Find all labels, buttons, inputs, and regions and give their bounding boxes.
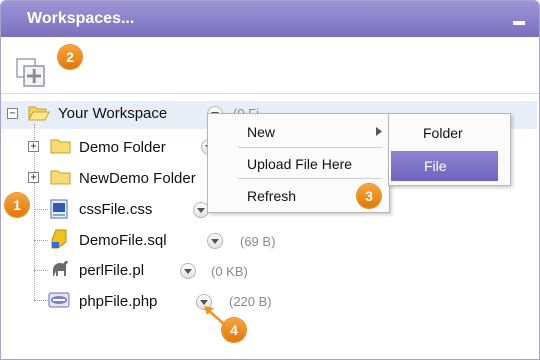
file-size: (0 KB) xyxy=(211,264,248,279)
tree-line xyxy=(34,209,48,210)
submenu-item-folder-label: Folder xyxy=(423,125,463,141)
folder-label[interactable]: Demo Folder xyxy=(79,139,166,156)
submenu-item-file[interactable]: File xyxy=(391,151,498,181)
folder-label[interactable]: NewDemo Folder xyxy=(79,170,196,187)
menu-separator xyxy=(238,147,382,148)
php-file-icon xyxy=(48,292,70,308)
file-menu-dropdown-icon[interactable] xyxy=(180,263,196,279)
toolbar xyxy=(1,37,539,94)
tree-line xyxy=(34,270,48,271)
tree-line xyxy=(34,300,48,301)
menu-separator xyxy=(238,178,382,179)
file-menu-dropdown-icon[interactable] xyxy=(207,233,223,249)
collapse-icon[interactable]: − xyxy=(7,108,18,119)
folder-icon xyxy=(50,170,71,185)
file-label[interactable]: cssFile.css xyxy=(79,201,152,218)
expand-icon[interactable]: + xyxy=(28,172,39,183)
callout-badge-3: 3 xyxy=(357,184,381,208)
menu-item-refresh-label: Refresh xyxy=(247,188,297,204)
tree-file-row[interactable]: cssFile.css xyxy=(79,197,152,221)
new-item-icon[interactable] xyxy=(16,58,46,88)
workspace-root-label[interactable]: Your Workspace xyxy=(58,105,167,122)
folder-icon xyxy=(50,139,71,154)
menu-item-upload[interactable]: Upload File Here xyxy=(208,149,389,177)
tree-folder-row[interactable]: NewDemo Folder xyxy=(79,166,196,190)
file-label[interactable]: phpFile.php xyxy=(79,293,157,310)
file-size: (220 B) xyxy=(229,294,272,309)
expand-icon[interactable]: + xyxy=(28,141,39,152)
tree-file-row[interactable]: phpFile.php xyxy=(79,289,157,313)
tree-line xyxy=(34,240,48,241)
file-label[interactable]: perlFile.pl xyxy=(79,262,144,279)
tree-file-row[interactable]: perlFile.pl xyxy=(79,258,144,282)
callout-badge-1: 1 xyxy=(5,193,29,217)
tree-folder-row[interactable]: Demo Folder xyxy=(79,135,166,159)
menu-item-new-label: New xyxy=(247,124,276,140)
tree-file-row[interactable]: DemoFile.sql xyxy=(79,228,167,252)
callout-badge-2: 2 xyxy=(58,45,82,69)
css-file-icon xyxy=(50,199,68,219)
open-folder-icon xyxy=(28,106,50,121)
submenu-item-folder[interactable]: Folder xyxy=(389,114,510,148)
sql-file-icon xyxy=(51,229,67,249)
panel-title: Workspaces... xyxy=(27,10,135,27)
menu-item-new[interactable]: New xyxy=(208,114,389,146)
tree-root-row[interactable]: Your Workspace xyxy=(58,101,167,125)
file-size: (69 B) xyxy=(240,234,276,249)
minimize-icon[interactable] xyxy=(513,21,525,25)
callout-badge-4: 4 xyxy=(222,318,246,342)
panel-titlebar: Workspaces... xyxy=(1,1,539,37)
submenu: Folder File xyxy=(388,113,511,186)
submenu-item-file-label: File xyxy=(424,158,447,174)
menu-item-upload-label: Upload File Here xyxy=(247,156,353,172)
submenu-arrow-icon xyxy=(376,127,382,136)
file-label[interactable]: DemoFile.sql xyxy=(79,232,167,249)
perl-file-icon xyxy=(53,260,68,276)
